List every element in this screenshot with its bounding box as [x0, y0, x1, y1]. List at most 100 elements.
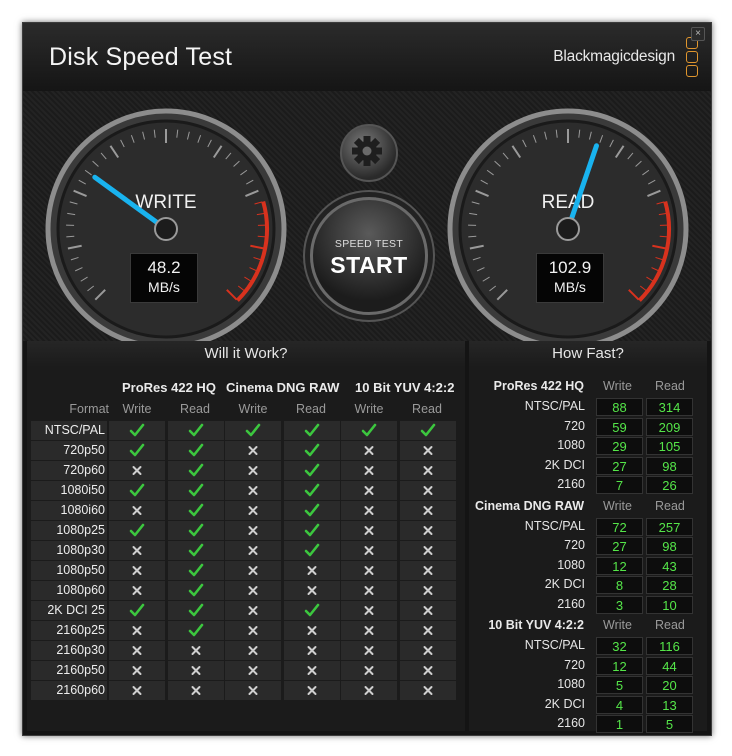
- unsupported-cell: [225, 501, 281, 520]
- cross-icon: [132, 506, 142, 515]
- cross-icon: [248, 606, 258, 615]
- write-tick: [66, 235, 75, 238]
- check-icon: [129, 443, 145, 457]
- format-row: 2K DCI 25: [31, 601, 461, 620]
- how-fast-format-label: 2K DCI: [544, 696, 585, 711]
- cross-icon: [307, 646, 317, 655]
- supported-cell: [341, 421, 397, 440]
- cross-icon: [423, 666, 433, 675]
- supported-cell: [168, 481, 224, 500]
- cross-icon: [248, 666, 258, 675]
- unsupported-cell: [400, 621, 456, 640]
- how-fast-read-value: 5: [646, 715, 693, 733]
- unsupported-cell: [109, 501, 165, 520]
- format-row: 2160p30: [31, 641, 461, 660]
- cross-icon: [423, 526, 433, 535]
- unsupported-cell: [400, 661, 456, 680]
- check-icon: [304, 443, 320, 457]
- unsupported-cell: [225, 621, 281, 640]
- check-icon: [304, 503, 320, 517]
- read-tick: [468, 235, 477, 238]
- cross-icon: [423, 446, 433, 455]
- start-button[interactable]: SPEED TEST START: [310, 197, 428, 315]
- unsupported-cell: [341, 481, 397, 500]
- unsupported-cell: [341, 601, 397, 620]
- how-fast-write-value: 1: [596, 715, 643, 733]
- unsupported-cell: [400, 461, 456, 480]
- unsupported-cell: [109, 641, 165, 660]
- format-label: 1080p50: [31, 561, 107, 580]
- how-fast-read-value: 43: [646, 556, 693, 575]
- check-icon: [304, 603, 320, 617]
- format-row: 1080p25: [31, 521, 461, 540]
- how-fast-write-value: 4: [596, 695, 643, 714]
- cross-icon: [248, 566, 258, 575]
- check-icon: [188, 543, 204, 557]
- codec-header-yuv: 10 Bit YUV 4:2:2: [355, 380, 455, 395]
- supported-cell: [109, 421, 165, 440]
- how-fast-format-label: NTSC/PAL: [524, 518, 585, 533]
- how-fast-read-value: 10: [646, 595, 693, 614]
- how-fast-read-value: 116: [646, 637, 693, 655]
- how-fast-format-label: 2160: [557, 477, 585, 491]
- write-gauge: WRITE: [45, 108, 287, 350]
- supported-cell: [284, 481, 340, 500]
- check-icon: [304, 483, 320, 497]
- unsupported-cell: [341, 441, 397, 460]
- supported-cell: [284, 501, 340, 520]
- cross-icon: [423, 506, 433, 515]
- format-label: 1080p60: [31, 581, 107, 600]
- cross-icon: [423, 646, 433, 655]
- how-fast-read-value: 98: [646, 537, 693, 555]
- supported-cell: [168, 541, 224, 560]
- cross-icon: [132, 546, 142, 555]
- how-fast-write-value: 32: [596, 637, 643, 655]
- cross-icon: [364, 486, 374, 495]
- unsupported-cell: [168, 641, 224, 660]
- check-icon: [304, 523, 320, 537]
- how-fast-format-label: 2K DCI: [544, 457, 585, 472]
- supported-cell: [109, 521, 165, 540]
- how-fast-read-value: 44: [646, 656, 693, 675]
- gauge-area: WRITE 48.2 MB/s READ 102.9 MB/s SPEED TE…: [23, 91, 711, 350]
- how-fast-panel: How Fast? ProRes 422 HQ Write Read NTSC/PAL…: [469, 341, 707, 733]
- unsupported-cell: [168, 681, 224, 700]
- unsupported-cell: [109, 661, 165, 680]
- format-row: 1080p60: [31, 581, 461, 600]
- cross-icon: [248, 486, 258, 495]
- write-needle-hub: [154, 217, 178, 241]
- cross-icon: [307, 666, 317, 675]
- unsupported-cell: [341, 501, 397, 520]
- brand-name: Blackmagicdesign: [553, 48, 675, 65]
- how-fast-codec-title: 10 Bit YUV 4:2:2: [488, 618, 584, 632]
- cross-icon: [307, 686, 317, 695]
- unsupported-cell: [341, 581, 397, 600]
- unsupported-cell: [284, 561, 340, 580]
- unsupported-cell: [400, 441, 456, 460]
- unsupported-cell: [109, 461, 165, 480]
- how-fast-write-value: 27: [596, 456, 643, 475]
- read-column-header: Read: [180, 402, 210, 416]
- check-icon: [188, 603, 204, 617]
- unsupported-cell: [109, 621, 165, 640]
- unsupported-cell: [109, 581, 165, 600]
- settings-button[interactable]: [340, 124, 398, 182]
- format-row: 1080i50: [31, 481, 461, 500]
- format-row: 1080i60: [31, 501, 461, 520]
- start-button-caption: SPEED TEST: [334, 238, 404, 250]
- write-column-header: Write: [238, 402, 268, 416]
- how-fast-read-value: 105: [646, 437, 693, 455]
- how-fast-format-label: NTSC/PAL: [524, 399, 585, 413]
- cross-icon: [364, 606, 374, 615]
- check-icon: [188, 423, 204, 437]
- write-gauge-label: WRITE: [135, 192, 196, 213]
- supported-cell: [168, 441, 224, 460]
- how-fast-codec-title: ProRes 422 HQ: [493, 379, 584, 393]
- unsupported-cell: [400, 641, 456, 660]
- supported-cell: [168, 521, 224, 540]
- unsupported-cell: [109, 681, 165, 700]
- format-label: 2160p60: [31, 681, 107, 700]
- close-button[interactable]: ×: [691, 27, 705, 41]
- read-unit: MB/s: [554, 279, 586, 295]
- check-icon: [304, 423, 320, 437]
